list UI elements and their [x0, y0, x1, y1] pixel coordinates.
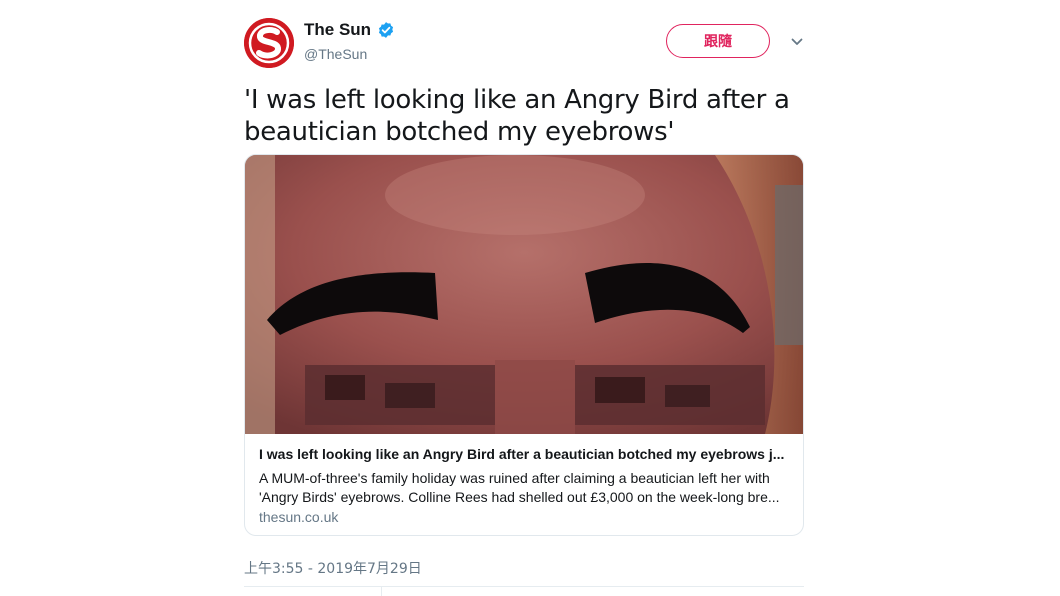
verified-badge-icon [379, 22, 394, 38]
account-name-row[interactable]: The Sun [304, 20, 395, 40]
divider [381, 586, 382, 596]
sun-logo-icon [244, 18, 294, 68]
divider [244, 586, 804, 587]
card-body[interactable]: I was left looking like an Angry Bird af… [245, 435, 803, 535]
tweet: The Sun @TheSun 跟隨 'I was left looking l… [244, 0, 805, 596]
chevron-down-icon[interactable] [791, 36, 803, 48]
account-handle[interactable]: @TheSun [304, 46, 367, 62]
card-title[interactable]: I was left looking like an Angry Bird af… [259, 446, 789, 462]
link-card[interactable]: I was left looking like an Angry Bird af… [244, 154, 804, 536]
tweet-text: 'I was left looking like an Angry Bird a… [244, 85, 790, 147]
card-description-line: A MUM-of-three's family holiday was ruin… [259, 470, 770, 486]
tweet-timestamp[interactable]: 上午3:55 - 2019年7月29日 [244, 558, 422, 578]
the-sun-avatar[interactable] [244, 18, 294, 68]
follow-button[interactable]: 跟隨 [666, 24, 770, 58]
card-description: A MUM-of-three's family holiday was ruin… [259, 469, 789, 507]
card-domain: thesun.co.uk [259, 509, 339, 525]
account-name[interactable]: The Sun [304, 20, 371, 40]
card-image[interactable] [245, 155, 803, 434]
card-description-line: 'Angry Birds' eyebrows. Colline Rees had… [259, 489, 780, 505]
